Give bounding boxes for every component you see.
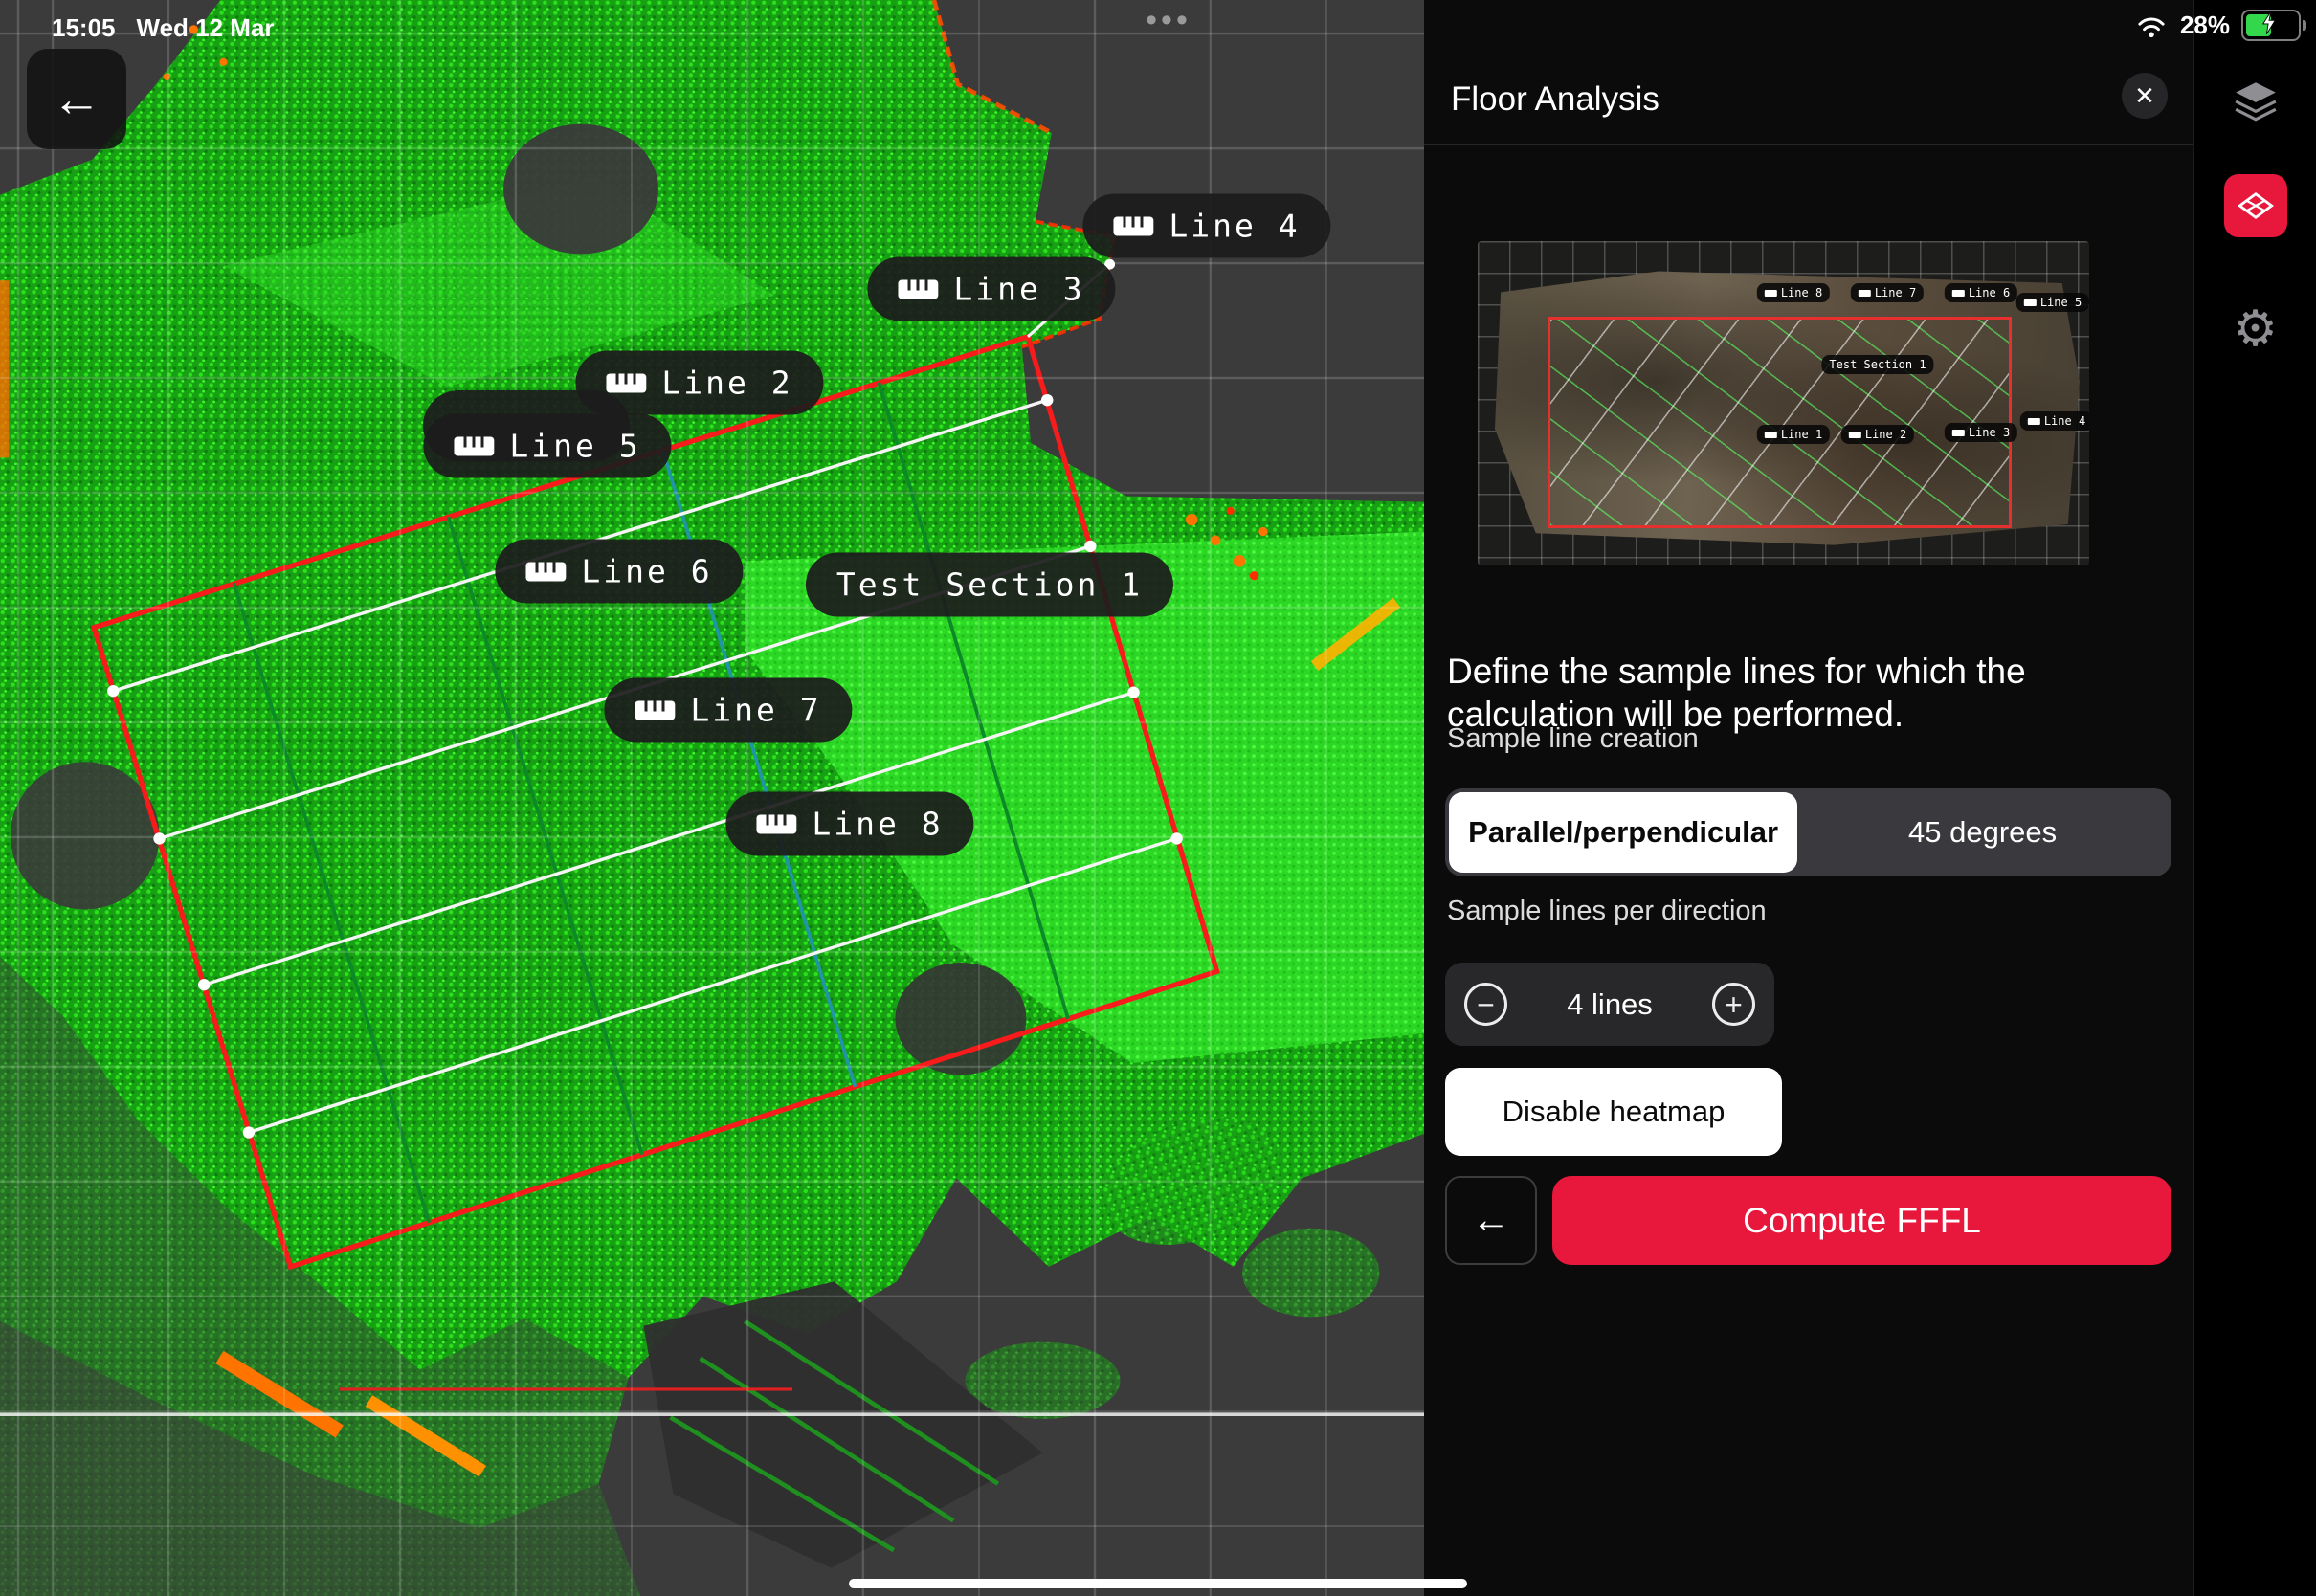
floor-analysis-tool-button[interactable] — [2224, 174, 2287, 237]
thumb-pill-line-1: Line 1 — [1757, 425, 1830, 444]
pill-line-7[interactable]: Line 7 — [604, 678, 852, 743]
segment-parallel-perpendicular[interactable]: Parallel/perpendicular — [1449, 792, 1797, 873]
ruler-icon — [1765, 290, 1777, 297]
panel-title: Floor Analysis — [1451, 80, 1659, 119]
pill-label: Line 7 — [690, 692, 821, 729]
status-bar-left: 15:05 Wed 12 Mar — [52, 13, 275, 43]
compute-fffl-button[interactable]: Compute FFFL — [1552, 1176, 2171, 1265]
status-date: Wed 12 Mar — [137, 13, 275, 43]
ruler-icon — [1952, 430, 1965, 436]
pill-line-3[interactable]: Line 3 — [867, 257, 1115, 321]
panel-back-button[interactable]: ← — [1445, 1176, 1537, 1265]
thumb-pill-line-5: Line 5 — [2016, 293, 2089, 312]
thumb-pill-line-3: Line 3 — [1945, 423, 2017, 442]
pill-line-5[interactable]: Line 5 — [423, 414, 671, 478]
thumb-pill-label: Line 3 — [1969, 426, 2010, 439]
pill-label: Line 8 — [812, 806, 943, 843]
thumb-pill-label: Line 7 — [1875, 286, 1916, 299]
layers-button[interactable] — [2232, 78, 2280, 127]
thumb-pill-test-section: Test Section 1 — [1821, 355, 1933, 374]
cloud-blob-right2 — [1242, 1229, 1379, 1318]
ruler-icon — [1765, 432, 1777, 438]
pill-label: Line 2 — [661, 365, 792, 402]
ruler-icon — [2024, 299, 2037, 306]
charging-bolt-icon — [2260, 11, 2278, 35]
ruler-icon — [525, 562, 566, 581]
thumb-pill-label: Line 1 — [1781, 428, 1822, 441]
ruler-icon — [1859, 290, 1871, 297]
pill-line-8[interactable]: Line 8 — [725, 792, 973, 856]
cloud-blob-right3 — [966, 1342, 1121, 1419]
floor-analysis-panel: Floor Analysis ✕ Line 8 Line 7 Line 6 — [1424, 0, 2193, 1596]
thumb-pill-label: Line 6 — [1969, 286, 2010, 299]
point-cloud-viewer[interactable]: Line 4 Line 3 Line 2 Line 5 Line 6 Test … — [0, 0, 1424, 1596]
pill-line-4[interactable]: Line 4 — [1082, 194, 1330, 258]
ruler-icon — [606, 373, 646, 392]
home-indicator[interactable] — [849, 1579, 1467, 1588]
pill-label: Line 3 — [953, 271, 1084, 308]
thumb-pill-label: Line 8 — [1781, 286, 1822, 299]
panel-header: Floor Analysis ✕ — [1424, 0, 2193, 145]
thumb-pill-line-4: Line 4 — [2020, 411, 2089, 431]
cloud-dark-bottom — [643, 1281, 1042, 1567]
wifi-icon — [2134, 13, 2169, 38]
ruler-icon — [1952, 290, 1965, 297]
lines-count-value: 4 lines — [1567, 987, 1653, 1022]
close-icon: ✕ — [2134, 81, 2155, 111]
viewer-back-button[interactable]: ← — [27, 49, 126, 149]
edge-noise-left — [0, 280, 9, 457]
layers-icon — [2232, 78, 2280, 124]
pill-line-6[interactable]: Line 6 — [495, 540, 743, 604]
segment-45-degrees[interactable]: 45 degrees — [1797, 792, 2168, 873]
pill-label: Test Section 1 — [836, 566, 1143, 604]
ruler-icon — [898, 279, 938, 299]
ruler-icon — [2028, 418, 2040, 425]
close-button[interactable]: ✕ — [2122, 73, 2168, 119]
ruler-icon — [756, 814, 796, 833]
floor-analysis-icon — [2237, 190, 2275, 221]
cloud-hole-mid — [895, 963, 1026, 1075]
floor-plan-thumbnail: Line 8 Line 7 Line 6 Line 5 Test Section… — [1478, 241, 2089, 565]
back-arrow-icon: ← — [1472, 1199, 1510, 1242]
pill-label: Line 4 — [1169, 208, 1300, 245]
sample-line-creation-segmented: Parallel/perpendicular 45 degrees — [1445, 788, 2171, 876]
increase-lines-button[interactable]: + — [1712, 983, 1755, 1026]
battery-tip — [2303, 20, 2306, 31]
thumb-pill-label: Line 2 — [1865, 428, 1906, 441]
lines-per-direction-stepper: − 4 lines + — [1445, 963, 1774, 1046]
thumbnail-test-section — [1548, 317, 2012, 528]
sample-line-creation-label: Sample line creation — [1447, 723, 1699, 755]
battery-icon — [2241, 10, 2301, 41]
cloud-hole-top — [503, 124, 658, 255]
thumb-pill-label: Test Section 1 — [1829, 358, 1926, 371]
app-screen: Line 4 Line 3 Line 2 Line 5 Line 6 Test … — [0, 0, 2316, 1596]
gear-icon: ⚙ — [2233, 301, 2278, 357]
status-time: 15:05 — [52, 13, 116, 43]
tool-rail: ⚙ — [2193, 0, 2316, 1596]
minus-icon: − — [1477, 989, 1495, 1020]
thumb-pill-line-7: Line 7 — [1851, 283, 1924, 302]
thumb-pill-line-2: Line 2 — [1841, 425, 1914, 444]
pill-label: Line 6 — [581, 553, 712, 590]
battery-percent: 28% — [2180, 11, 2230, 40]
status-bar-right: 28% — [2134, 10, 2301, 41]
multitask-dots-icon[interactable]: ••• — [1146, 2, 1191, 39]
thumb-pill-label: Line 5 — [2040, 296, 2082, 309]
decrease-lines-button[interactable]: − — [1464, 983, 1507, 1026]
settings-button[interactable]: ⚙ — [2233, 304, 2278, 354]
back-arrow-icon: ← — [52, 71, 101, 128]
thumb-pill-line-6: Line 6 — [1945, 283, 2017, 302]
thumb-pill-label: Line 4 — [2044, 414, 2085, 428]
plus-icon: + — [1725, 989, 1743, 1020]
pill-test-section[interactable]: Test Section 1 — [806, 553, 1173, 617]
disable-heatmap-button[interactable]: Disable heatmap — [1445, 1068, 1782, 1156]
ruler-icon — [454, 436, 494, 455]
lines-per-direction-label: Sample lines per direction — [1447, 896, 1767, 927]
pill-label: Line 5 — [509, 428, 640, 465]
ruler-icon — [1113, 216, 1153, 235]
cloud-hole-left — [11, 762, 160, 909]
thumb-pill-line-8: Line 8 — [1757, 283, 1830, 302]
ruler-icon — [635, 700, 675, 720]
ruler-icon — [1849, 432, 1861, 438]
